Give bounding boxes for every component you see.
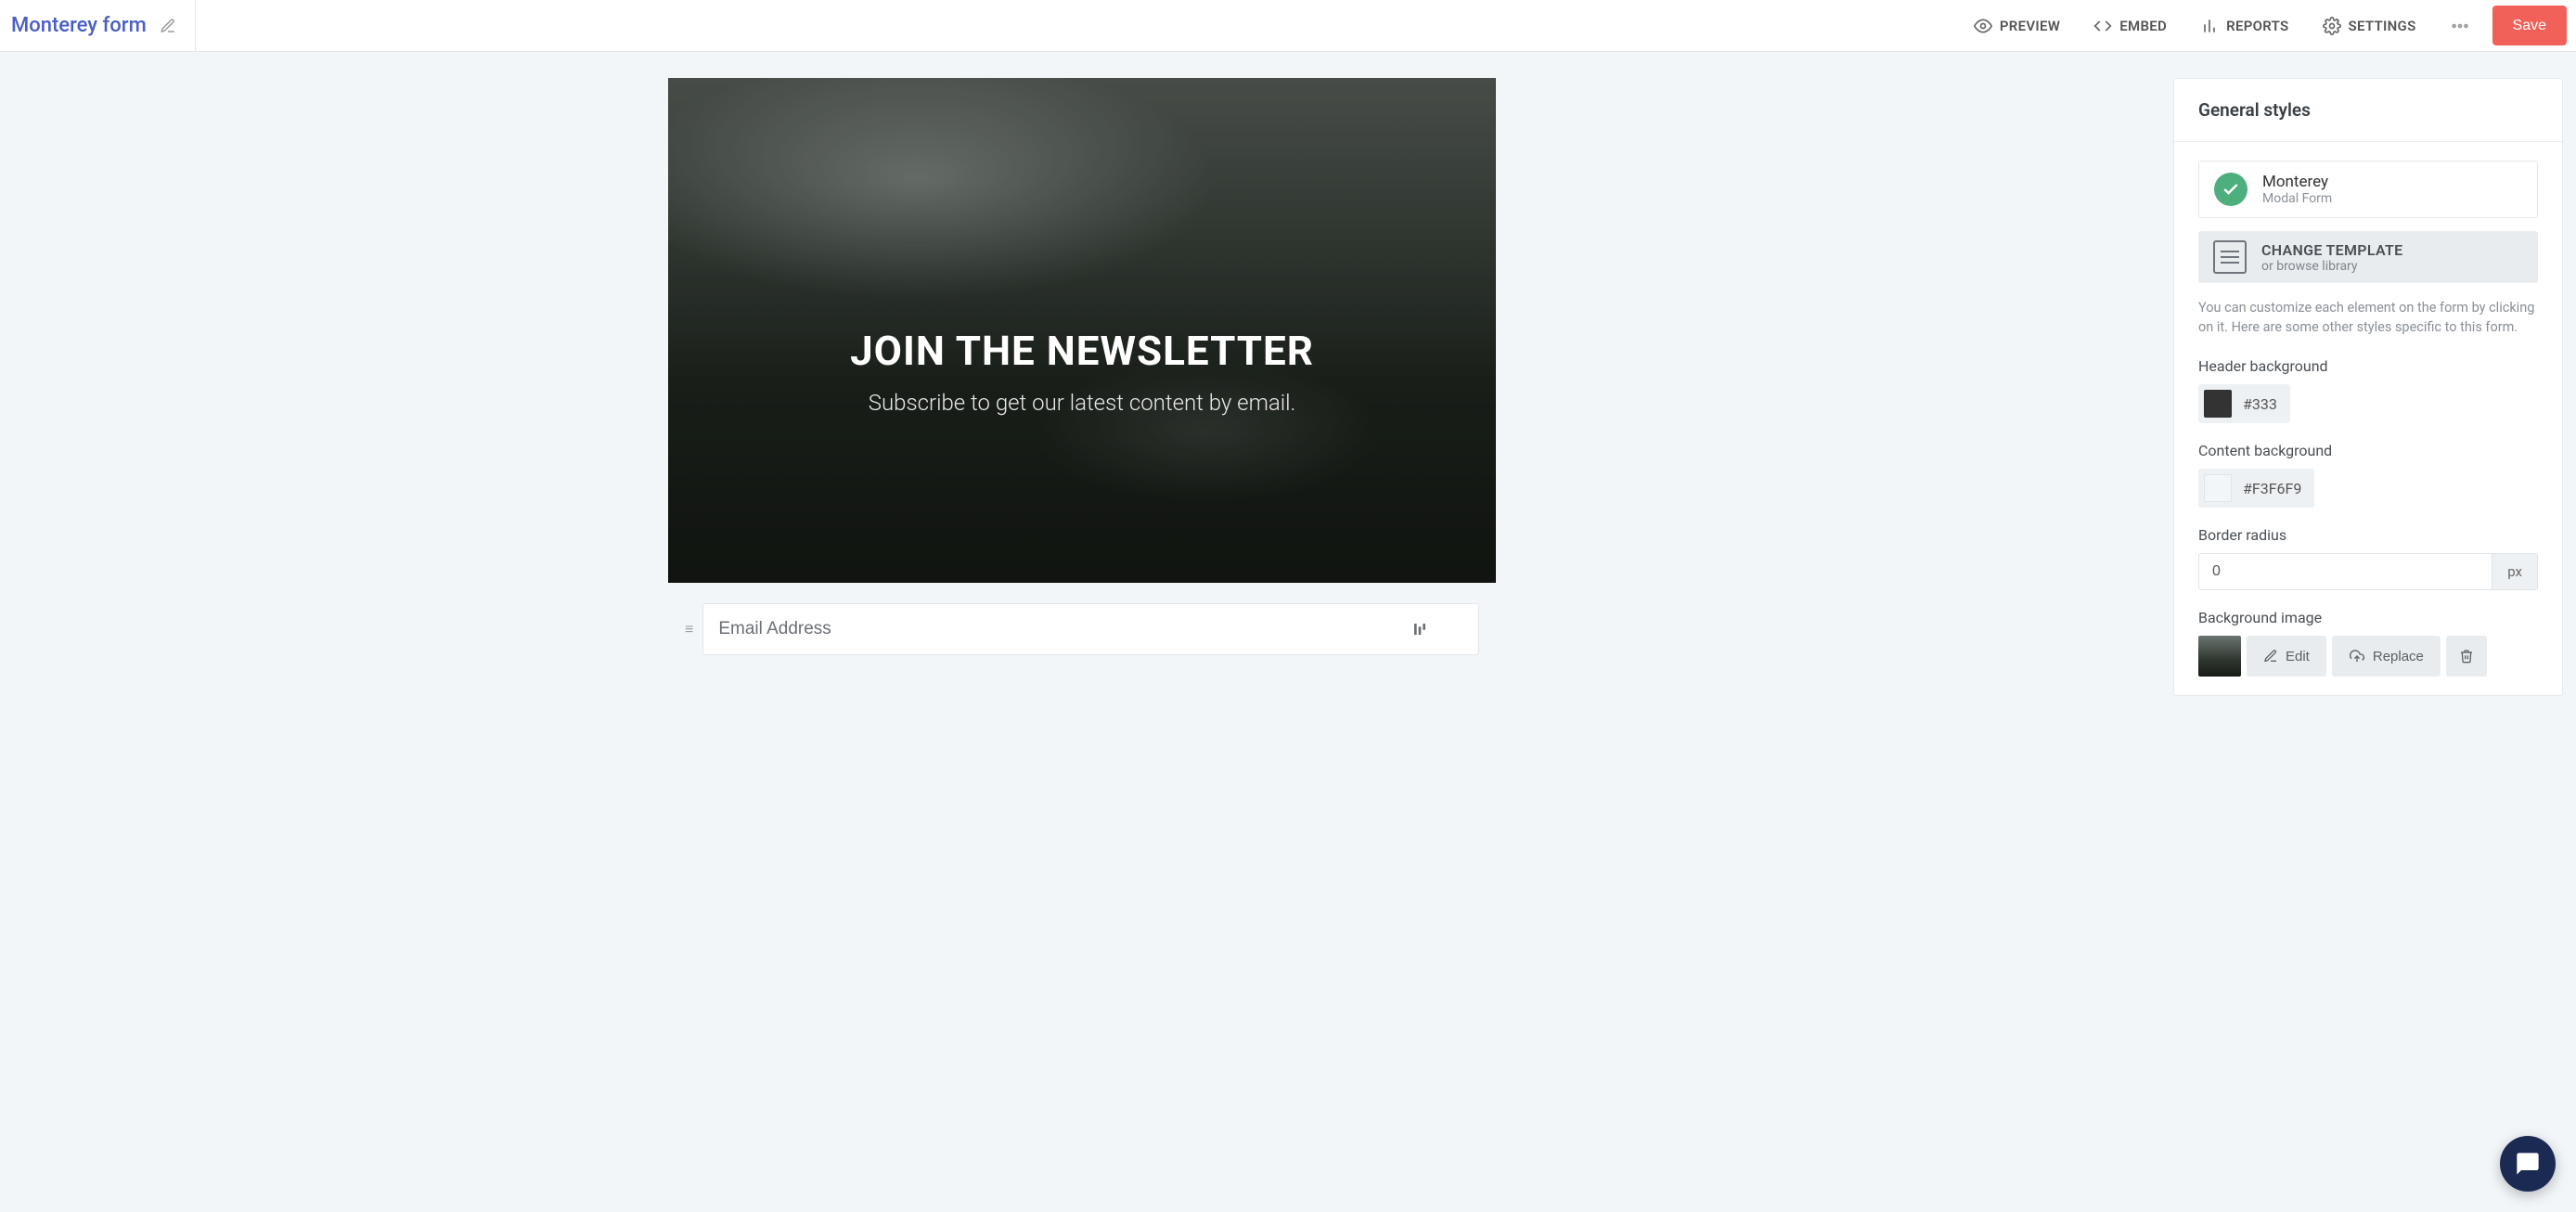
content-bg-picker[interactable]: #F3F6F9: [2198, 469, 2314, 508]
nav-label: SETTINGS: [2349, 18, 2416, 34]
border-radius-label: Border radius: [2198, 526, 2538, 544]
change-template-label: CHANGE TEMPLATE: [2261, 241, 2402, 259]
color-value: #F3F6F9: [2243, 480, 2301, 497]
gear-icon: [2323, 17, 2341, 35]
email-field[interactable]: [702, 603, 1479, 655]
color-swatch: [2204, 390, 2232, 418]
hero-heading[interactable]: JOIN THE NEWSLETTER: [668, 327, 1496, 375]
bg-image-actions: Edit Replace: [2198, 636, 2538, 677]
button-label: Replace: [2373, 649, 2424, 664]
unit-label: px: [2492, 553, 2538, 590]
upload-cloud-icon: [2349, 649, 2365, 664]
nav-label: EMBED: [2119, 18, 2167, 34]
form-title[interactable]: Monterey form: [7, 14, 147, 37]
color-swatch: [2204, 474, 2232, 502]
trash-icon: [2459, 649, 2474, 664]
top-bar: Monterey form PREVIEW EMBED REPORTS SETT…: [0, 0, 2576, 52]
header-bg-label: Header background: [2198, 357, 2538, 375]
button-label: Edit: [2286, 649, 2310, 664]
check-icon: [2214, 173, 2248, 206]
change-template-sub: or browse library: [2261, 259, 2402, 274]
template-name: Monterey: [2262, 173, 2332, 191]
color-value: #333: [2243, 395, 2277, 413]
nav-preview[interactable]: PREVIEW: [1957, 0, 2077, 51]
more-menu[interactable]: [2433, 0, 2487, 51]
edit-bg-button[interactable]: Edit: [2247, 636, 2326, 677]
sidebar-title: General styles: [2174, 79, 2562, 142]
title-area: Monterey form: [0, 0, 196, 51]
border-radius-input[interactable]: [2198, 553, 2492, 590]
chat-widget[interactable]: [2500, 1136, 2556, 1192]
delete-bg-button[interactable]: [2446, 636, 2487, 677]
save-button[interactable]: Save: [2492, 6, 2567, 45]
header-bg-picker[interactable]: #333: [2198, 384, 2290, 423]
pencil-icon[interactable]: [160, 18, 176, 34]
help-text: You can customize each element on the fo…: [2198, 298, 2538, 337]
email-field-row: ≡: [685, 603, 1479, 655]
code-icon: [2093, 17, 2112, 35]
nav-settings[interactable]: SETTINGS: [2306, 0, 2433, 51]
field-settings-icon[interactable]: [1412, 621, 1427, 638]
pencil-icon: [2263, 649, 2278, 664]
bg-image-label: Background image: [2198, 609, 2538, 626]
change-template-button[interactable]: CHANGE TEMPLATE or browse library: [2198, 231, 2538, 283]
nav-embed[interactable]: EMBED: [2077, 0, 2183, 51]
form-canvas: JOIN THE NEWSLETTER Subscribe to get our…: [668, 78, 1496, 676]
eye-icon: [1974, 17, 1992, 35]
workspace: JOIN THE NEWSLETTER Subscribe to get our…: [0, 52, 2576, 696]
content-bg-label: Content background: [2198, 442, 2538, 459]
bar-chart-icon: [2200, 17, 2219, 35]
bg-image-thumb[interactable]: [2198, 636, 2241, 677]
drag-handle-icon[interactable]: ≡: [685, 620, 693, 638]
style-sidebar: General styles Monterey Modal Form CHANG…: [2173, 78, 2563, 696]
form-fields: ≡: [668, 583, 1496, 676]
template-type: Modal Form: [2262, 191, 2332, 206]
replace-bg-button[interactable]: Replace: [2332, 636, 2441, 677]
hero-subheading[interactable]: Subscribe to get our latest content by e…: [668, 390, 1496, 416]
more-horizontal-icon: [2450, 16, 2470, 36]
current-template-card: Monterey Modal Form: [2198, 161, 2538, 218]
hero-header[interactable]: JOIN THE NEWSLETTER Subscribe to get our…: [668, 78, 1496, 583]
nav-reports[interactable]: REPORTS: [2183, 0, 2305, 51]
template-icon: [2213, 240, 2247, 274]
chat-icon: [2515, 1151, 2541, 1177]
border-radius-input-group: px: [2198, 553, 2538, 590]
canvas-area: JOIN THE NEWSLETTER Subscribe to get our…: [13, 78, 2151, 676]
nav-label: PREVIEW: [2000, 18, 2060, 34]
nav-label: REPORTS: [2226, 18, 2288, 34]
